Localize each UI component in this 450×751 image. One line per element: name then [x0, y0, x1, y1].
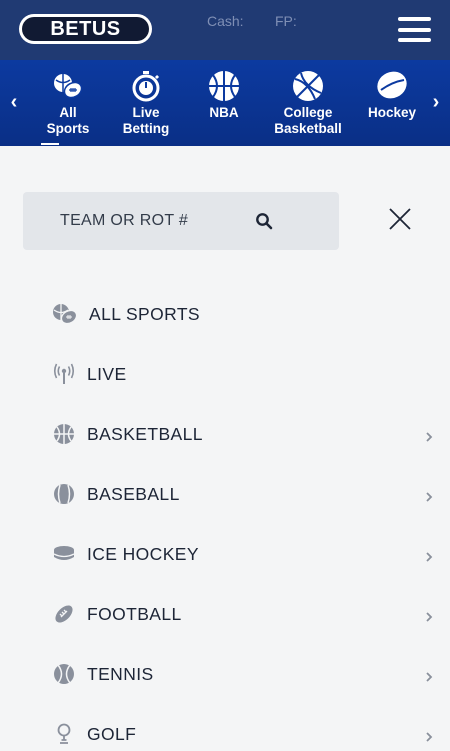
search-input[interactable] — [60, 211, 260, 231]
all-sports-icon — [52, 303, 78, 325]
menu-item-football[interactable]: FOOTBALL — [0, 603, 450, 663]
chevron-right-icon — [426, 672, 433, 682]
menu-item-label: ICE HOCKEY — [87, 544, 199, 564]
menu-item-baseball[interactable]: BASEBALL — [0, 483, 450, 543]
logo-wordmark: BET US — [22, 17, 149, 41]
menu-item-ice-hockey[interactable]: ICE HOCKEY — [0, 543, 450, 603]
sport-tab-college-basketball[interactable]: College Basketball — [268, 70, 348, 140]
logo-text-us: US — [91, 17, 121, 40]
menu-item-label: BASKETBALL — [87, 424, 203, 444]
menu-item-basketball[interactable]: BASKETBALL — [0, 423, 450, 483]
menu-item-golf[interactable]: GOLF — [0, 723, 450, 751]
sport-nav-bar: ‹ All Sports Live Betting NBA College Ba… — [0, 60, 450, 146]
menu-item-label: GOLF — [87, 724, 137, 744]
sport-tab-nba[interactable]: NBA — [184, 70, 264, 140]
menu-item-tennis[interactable]: TENNIS — [0, 663, 450, 723]
sport-tab-label: Hockey — [367, 105, 417, 120]
football-icon — [53, 603, 75, 625]
chevron-right-icon — [426, 492, 433, 502]
sport-tab-label: College Basketball — [274, 105, 342, 136]
active-tab-indicator — [41, 143, 59, 145]
golf-icon — [53, 723, 75, 745]
chevron-right-icon — [426, 732, 433, 742]
betus-logo[interactable]: BET US — [19, 14, 152, 44]
nav-prev-arrow-icon[interactable]: ‹ — [4, 90, 24, 114]
hockey-puck-icon — [376, 70, 408, 102]
basketball-icon — [53, 423, 75, 445]
sport-tab-all-sports[interactable]: All Sports — [28, 70, 108, 140]
sport-tab-label: All Sports — [46, 105, 90, 136]
menu-item-label: BASEBALL — [87, 484, 180, 504]
basketball-icon — [208, 70, 240, 102]
menu-item-label: TENNIS — [87, 664, 154, 684]
live-broadcast-icon — [53, 363, 75, 385]
sport-tab-hockey[interactable]: Hockey — [352, 70, 432, 140]
fp-balance-label: FP: — [275, 13, 297, 29]
menu-item-all-sports[interactable]: ALL SPORTS — [0, 303, 450, 363]
basketball-icon — [292, 70, 324, 102]
cash-balance-label: Cash: — [207, 13, 244, 29]
hockey-puck-icon — [53, 543, 75, 565]
chevron-right-icon — [426, 552, 433, 562]
menu-item-label: FOOTBALL — [87, 604, 182, 624]
menu-item-live[interactable]: LIVE — [0, 363, 450, 423]
search-box — [23, 192, 339, 250]
sport-tab-label: Live Betting — [122, 105, 170, 136]
sport-tab-live-betting[interactable]: Live Betting — [106, 70, 186, 140]
chevron-right-icon — [426, 432, 433, 442]
top-header: BET US Cash: FP: — [0, 0, 450, 60]
nav-next-arrow-icon[interactable]: › — [426, 90, 446, 114]
close-icon[interactable] — [388, 207, 412, 231]
logo-text-bet: BET — [50, 17, 92, 40]
hamburger-menu-icon[interactable] — [398, 17, 431, 42]
stopwatch-icon — [130, 70, 162, 102]
tennis-ball-icon — [53, 663, 75, 685]
chevron-right-icon — [426, 612, 433, 622]
menu-item-label: ALL SPORTS — [89, 304, 200, 324]
sport-tab-label: NBA — [209, 105, 239, 120]
search-icon[interactable] — [255, 212, 273, 230]
baseball-icon — [53, 483, 75, 505]
menu-item-label: LIVE — [87, 364, 127, 384]
all-sports-icon — [52, 70, 84, 102]
